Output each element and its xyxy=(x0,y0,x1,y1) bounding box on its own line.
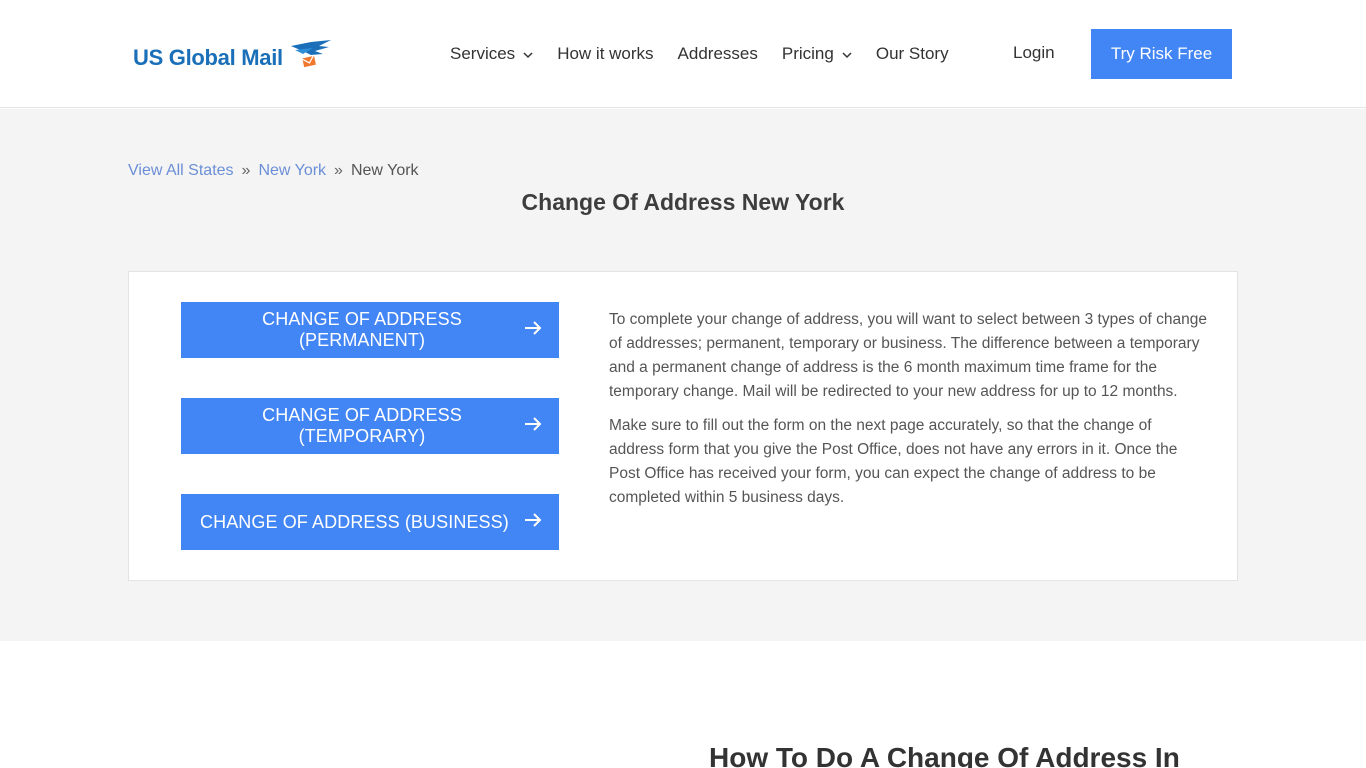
breadcrumb-separator: » xyxy=(241,162,251,179)
how-to-heading: How To Do A Change Of Address In xyxy=(709,742,1180,768)
page-title: Change Of Address New York xyxy=(521,189,845,215)
breadcrumb-separator: » xyxy=(334,162,343,179)
nav-our-story[interactable]: Our Story xyxy=(876,44,949,64)
nav-how-it-works-label: How it works xyxy=(557,44,654,63)
description-paragraph-2: Make sure to fill out the form on the ne… xyxy=(609,417,1178,506)
nav-our-story-label: Our Story xyxy=(875,44,949,63)
temporary-change-label: CHANGE OF ADDRESS (TEMPORARY) xyxy=(262,405,462,446)
login-link[interactable]: Login xyxy=(1013,43,1055,63)
breadcrumb-state[interactable]: New York xyxy=(258,162,326,180)
change-of-address-card: CHANGE OF ADDRESS (PERMANENT) CHANGE OF … xyxy=(128,271,1238,581)
logo-text: US Global Mail xyxy=(133,44,283,70)
nav-pricing-label: Pricing xyxy=(781,44,834,63)
try-risk-free-button[interactable]: Try Risk Free xyxy=(1091,29,1232,79)
temporary-change-button[interactable]: CHANGE OF ADDRESS (TEMPORARY) xyxy=(181,398,559,454)
business-change-label: CHANGE OF ADDRESS (BUSINESS) xyxy=(200,511,509,532)
arrow-right-icon xyxy=(524,416,542,437)
description-paragraph-1: To complete your change of address, you … xyxy=(609,311,1207,400)
logo[interactable]: US Global Mail xyxy=(133,38,333,77)
eagle-icon xyxy=(289,38,333,77)
arrow-right-icon xyxy=(524,320,542,341)
chevron-down-icon xyxy=(523,44,533,64)
nav-addresses-label: Addresses xyxy=(677,44,758,63)
nav-services-label: Services xyxy=(450,44,516,63)
main-nav: Services How it works Addresses Pricing … xyxy=(450,43,949,65)
permanent-change-button[interactable]: CHANGE OF ADDRESS (PERMANENT) xyxy=(181,302,559,358)
main-section: View All States » New York » New York Ch… xyxy=(0,109,1366,641)
breadcrumb-current: New York xyxy=(350,162,419,179)
nav-services[interactable]: Services xyxy=(450,44,533,64)
site-header: US Global Mail Services How it works Add… xyxy=(0,0,1366,108)
breadcrumb-all-states[interactable]: View All States xyxy=(128,162,234,180)
nav-pricing[interactable]: Pricing xyxy=(782,44,852,64)
business-change-button[interactable]: CHANGE OF ADDRESS (BUSINESS) xyxy=(181,494,559,550)
chevron-down-icon xyxy=(842,44,852,64)
arrow-right-icon xyxy=(524,512,542,533)
permanent-change-label: CHANGE OF ADDRESS (PERMANENT) xyxy=(262,309,462,350)
nav-how-it-works[interactable]: How it works xyxy=(557,44,653,64)
breadcrumb: View All States » New York » New York xyxy=(128,162,419,180)
nav-addresses[interactable]: Addresses xyxy=(678,44,758,64)
description: To complete your change of address, you … xyxy=(609,308,1209,520)
